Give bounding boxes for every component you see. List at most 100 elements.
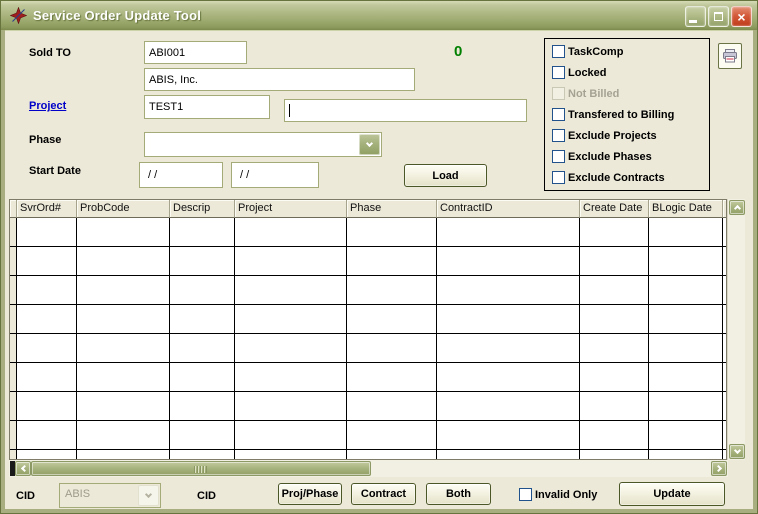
table-header-probcode: ProbCode: [77, 200, 170, 218]
filter-checkbox-exclude-projects[interactable]: Exclude Projects: [552, 129, 709, 142]
print-button[interactable]: [718, 43, 742, 69]
filter-checkbox-taskcomp[interactable]: TaskComp: [552, 45, 709, 58]
chevron-right-icon: [714, 465, 721, 472]
table-cell: [170, 305, 235, 333]
phase-dropdown-button[interactable]: [359, 134, 380, 155]
table-cell: [649, 421, 723, 449]
window-title: Service Order Update Tool: [33, 8, 201, 23]
sold-to-name-input[interactable]: [144, 68, 415, 91]
table-row[interactable]: [10, 247, 726, 276]
phase-combobox[interactable]: [144, 132, 382, 157]
contract-button[interactable]: Contract: [351, 483, 416, 505]
horizontal-scrollbar[interactable]: [9, 460, 728, 477]
table-row[interactable]: [10, 305, 726, 334]
table-cell: [170, 363, 235, 391]
table-header-svrord-: SvrOrd#: [17, 200, 77, 218]
table-header-row: SvrOrd#ProbCodeDescripProjectPhaseContra…: [10, 200, 726, 218]
start-date-to-input[interactable]: [231, 162, 319, 188]
table-row[interactable]: [10, 218, 726, 247]
project-code-input[interactable]: [144, 95, 270, 119]
table-cell: [17, 305, 77, 333]
chevron-down-icon: [366, 140, 373, 147]
maximize-button[interactable]: [708, 6, 729, 27]
filter-checkbox-transfered-to-billing[interactable]: Transfered to Billing: [552, 108, 709, 121]
row-selector-cell: [10, 305, 17, 333]
table-cell: [77, 450, 170, 460]
checkbox-box[interactable]: [552, 45, 565, 58]
checkbox-box[interactable]: [552, 150, 565, 163]
table-cell: [17, 363, 77, 391]
both-button[interactable]: Both: [426, 483, 491, 505]
table-cell: [580, 247, 649, 275]
table-cell: [17, 247, 77, 275]
close-icon: ×: [737, 10, 745, 24]
table-cell: [77, 276, 170, 304]
app-window: Service Order Update Tool × Sold TO 0 Pr…: [0, 0, 758, 514]
cid-label-2: CID: [197, 490, 216, 502]
minimize-button[interactable]: [685, 6, 706, 27]
table-cell: [580, 421, 649, 449]
row-selector-cell: [10, 363, 17, 391]
maximize-icon: [714, 12, 723, 21]
table-cell: [580, 363, 649, 391]
filter-checkbox-locked[interactable]: Locked: [552, 66, 709, 79]
cid-label: CID: [16, 490, 35, 502]
table-cell: [170, 334, 235, 362]
sold-to-code-input[interactable]: [144, 41, 247, 64]
filter-checkbox-exclude-contracts[interactable]: Exclude Contracts: [552, 171, 709, 184]
table-body: [10, 218, 726, 460]
checkbox-box[interactable]: [552, 171, 565, 184]
table-cell: [437, 392, 580, 420]
row-selector-cell: [10, 450, 17, 460]
table-row[interactable]: [10, 334, 726, 363]
scroll-up-button[interactable]: [729, 200, 745, 215]
checkbox-box[interactable]: [552, 108, 565, 121]
table-cell: [235, 247, 347, 275]
start-date-label: Start Date: [29, 165, 81, 177]
table-cell: [580, 450, 649, 460]
table-cell: [170, 392, 235, 420]
table-cell: [347, 392, 437, 420]
scroll-left-button[interactable]: [15, 461, 31, 476]
scroll-down-button[interactable]: [729, 444, 745, 459]
project-desc-input[interactable]: [284, 99, 527, 122]
invalid-only-label: Invalid Only: [535, 489, 597, 501]
table-cell: [347, 363, 437, 391]
start-date-from-input[interactable]: [139, 162, 223, 188]
checkbox-label: TaskComp: [568, 46, 623, 58]
table-header-selector: [10, 200, 17, 218]
update-button[interactable]: Update: [619, 482, 725, 506]
scroll-right-button[interactable]: [711, 461, 727, 476]
cid-dropdown-button: [138, 485, 159, 506]
load-button[interactable]: Load: [404, 164, 487, 187]
table-cell: [347, 305, 437, 333]
checkbox-box[interactable]: [552, 66, 565, 79]
close-button[interactable]: ×: [731, 6, 752, 27]
checkbox-box[interactable]: [552, 129, 565, 142]
table-cell: [649, 276, 723, 304]
table-cell: [77, 218, 170, 246]
table-cell: [170, 276, 235, 304]
checkbox-box[interactable]: [519, 488, 532, 501]
table-cell: [235, 305, 347, 333]
checkbox-label: Transfered to Billing: [568, 109, 674, 121]
vertical-scrollbar[interactable]: [727, 199, 745, 460]
table-cell: [347, 334, 437, 362]
table-cell: [580, 334, 649, 362]
filter-checkbox-exclude-phases[interactable]: Exclude Phases: [552, 150, 709, 163]
table-row[interactable]: [10, 392, 726, 421]
table-header-contractid: ContractID: [437, 200, 580, 218]
proj-phase-button[interactable]: Proj/Phase: [278, 483, 342, 505]
table-cell: [170, 450, 235, 460]
row-selector-cell: [10, 218, 17, 246]
project-link[interactable]: Project: [29, 100, 66, 112]
table-row[interactable]: [10, 421, 726, 450]
filter-checkbox-not-billed: Not Billed: [552, 87, 709, 100]
table-row[interactable]: [10, 276, 726, 305]
table-row[interactable]: [10, 363, 726, 392]
invalid-only-checkbox[interactable]: Invalid Only: [519, 488, 597, 501]
checkbox-label: Not Billed: [568, 88, 619, 100]
table-row[interactable]: [10, 450, 726, 460]
horizontal-scroll-thumb[interactable]: [31, 461, 371, 476]
record-count: 0: [454, 43, 462, 60]
